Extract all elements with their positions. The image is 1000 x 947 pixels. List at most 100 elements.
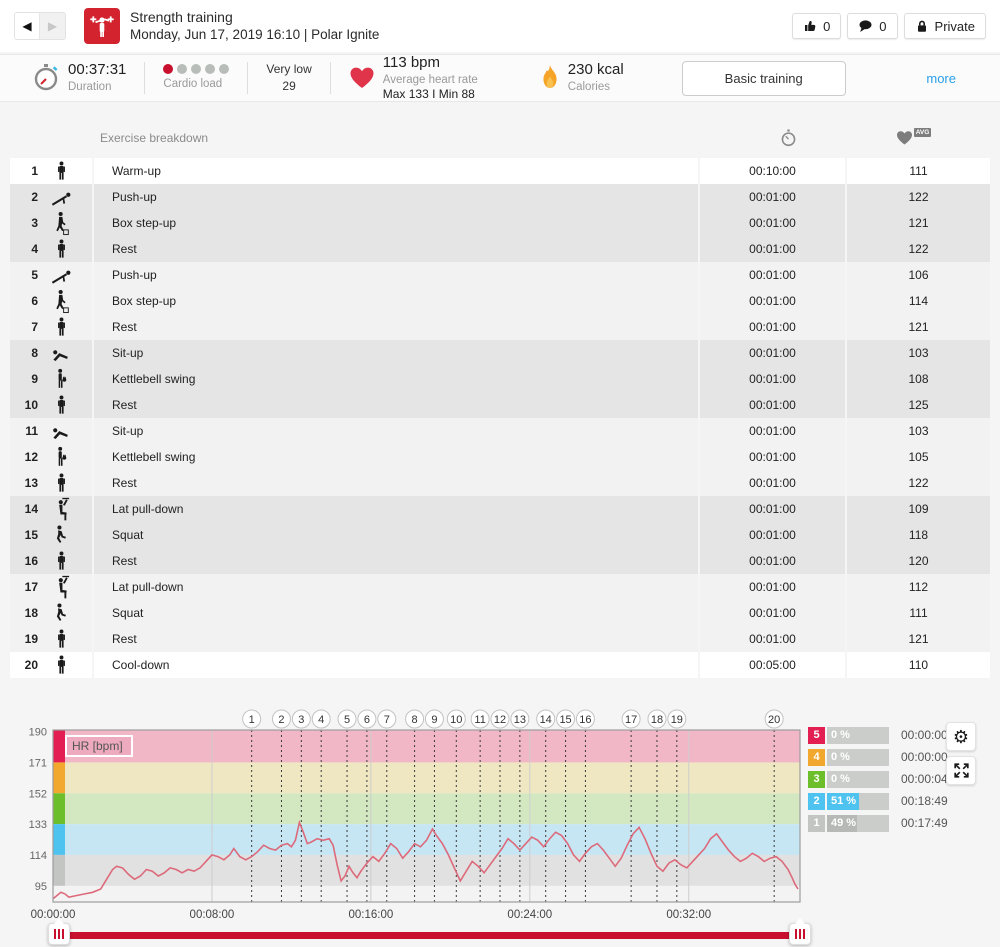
exercise-avg-hr: 122 [847,470,990,496]
zone-percent-label: 0 % [831,773,850,785]
zone-percent-label: 49 % [831,817,856,829]
avg-hr-column-icon [896,130,913,146]
exercise-name: Push-up [94,262,698,288]
exercise-icon [38,159,84,183]
chart-expand-button[interactable] [946,756,976,785]
hr-zone-strip [53,762,65,793]
table-row: 11 Sit-up 00:01:00 103 [10,418,990,444]
table-row: 3 Box step-up 00:01:00 121 [10,210,990,236]
phase-marker-number: 20 [768,714,780,726]
exercise-icon [38,393,84,417]
row-number: 7 [10,320,38,334]
exercise-avg-hr: 122 [847,236,990,262]
comment-button[interactable]: 0 [847,13,897,39]
exercise-name: Lat pull-down [94,496,698,522]
zone-time-label: 00:18:49 [901,794,948,808]
hr-zone-band [53,762,800,793]
table-row: 19 Rest 00:01:00 121 [10,626,990,652]
hr-chart[interactable]: 1234567891011121314151617181920HR [bpm]1… [0,702,820,924]
exercise-name: Rest [94,470,698,496]
session-nav: ◀ ▶ [14,12,66,40]
zone-time-label: 00:00:00 [901,728,948,742]
exercise-name: Squat [94,600,698,626]
cardio-load-dots [163,64,229,74]
range-slider-left-handle[interactable] [48,923,70,945]
exercise-duration: 00:01:00 [700,366,845,392]
cardio-load-dot [191,64,201,74]
exercise-avg-hr: 121 [847,314,990,340]
table-row: 2 Push-up 00:01:00 122 [10,184,990,210]
thumbs-up-icon [803,19,817,33]
exercise-name: Box step-up [94,210,698,236]
duration-stat: 00:37:31 Duration [14,61,144,94]
range-slider-right-handle[interactable] [789,923,811,945]
exercise-avg-hr: 114 [847,288,990,314]
exercise-duration: 00:01:00 [700,184,845,210]
exercise-avg-hr: 105 [847,444,990,470]
row-number: 12 [10,450,38,464]
exercise-avg-hr: 112 [847,574,990,600]
exercise-name: Rest [94,626,698,652]
training-benefit-button[interactable]: Basic training [682,61,846,96]
privacy-button[interactable]: Private [904,13,986,39]
exercise-duration: 00:01:00 [700,288,845,314]
exercise-duration: 00:01:00 [700,600,845,626]
exercise-icon [38,422,84,440]
exercise-name: Box step-up [94,288,698,314]
hr-zone-strip [53,855,65,886]
exercise-name: Rest [94,236,698,262]
zone-percent-bar: 0 % [827,749,889,766]
more-link[interactable]: more [926,71,956,86]
hr-zone-band [53,793,800,824]
exercise-icon [38,264,84,286]
phase-marker-number: 6 [364,714,370,726]
table-header: Exercise breakdown AVG [10,118,990,158]
exercise-name: Lat pull-down [94,574,698,600]
row-number: 19 [10,632,38,646]
previous-session-button[interactable]: ◀ [15,13,40,39]
like-button[interactable]: 0 [792,13,841,39]
row-number: 20 [10,658,38,672]
avg-hr-label: Average heart rate [383,73,478,87]
exercise-icon [38,523,84,547]
exercise-breakdown-section: Exercise breakdown AVG 1 Warm-up 00:10:0 [10,118,990,678]
exercise-duration: 00:01:00 [700,496,845,522]
exercise-avg-hr: 121 [847,626,990,652]
page-subtitle: Monday, Jun 17, 2019 16:10 | Polar Ignit… [130,26,379,44]
phase-marker-number: 3 [298,714,304,726]
exercise-icon [38,367,84,391]
exercise-avg-hr: 108 [847,366,990,392]
exercise-duration: 00:10:00 [700,158,845,184]
exercise-breakdown-label: Exercise breakdown [100,131,208,145]
row-number: 17 [10,580,38,594]
stopwatch-icon [32,63,60,93]
row-number: 13 [10,476,38,490]
phase-marker-number: 5 [344,714,350,726]
time-range-slider-track[interactable] [60,932,800,939]
hr-zone-strip [53,730,65,762]
privacy-label: Private [935,19,975,34]
exercise-avg-hr: 111 [847,158,990,184]
calories-value: 230 kcal [568,61,624,80]
table-row: 20 Cool-down 00:05:00 110 [10,652,990,678]
next-session-button[interactable]: ▶ [40,13,65,39]
comment-icon [858,19,873,33]
training-session-page: ◀ ▶ Strength training Monday, Jun 17, 20… [0,0,1000,947]
row-number: 8 [10,346,38,360]
row-number: 4 [10,242,38,256]
y-axis-tick: 114 [29,850,47,862]
phase-marker-number: 4 [318,714,324,726]
phase-marker-number: 1 [249,714,255,726]
cardio-load-stat: Cardio load [145,64,247,91]
exercise-avg-hr: 111 [847,600,990,626]
row-number: 2 [10,190,38,204]
page-header: ◀ ▶ Strength training Monday, Jun 17, 20… [0,0,1000,52]
duration-value: 00:37:31 [68,61,126,80]
table-row: 18 Squat 00:01:00 111 [10,600,990,626]
chart-settings-button[interactable]: ⚙ [946,722,976,751]
exercise-icon [38,601,84,625]
exercise-avg-hr: 109 [847,496,990,522]
zone-number-badge: 3 [808,771,825,788]
exercise-avg-hr: 121 [847,210,990,236]
table-row: 7 Rest 00:01:00 121 [10,314,990,340]
